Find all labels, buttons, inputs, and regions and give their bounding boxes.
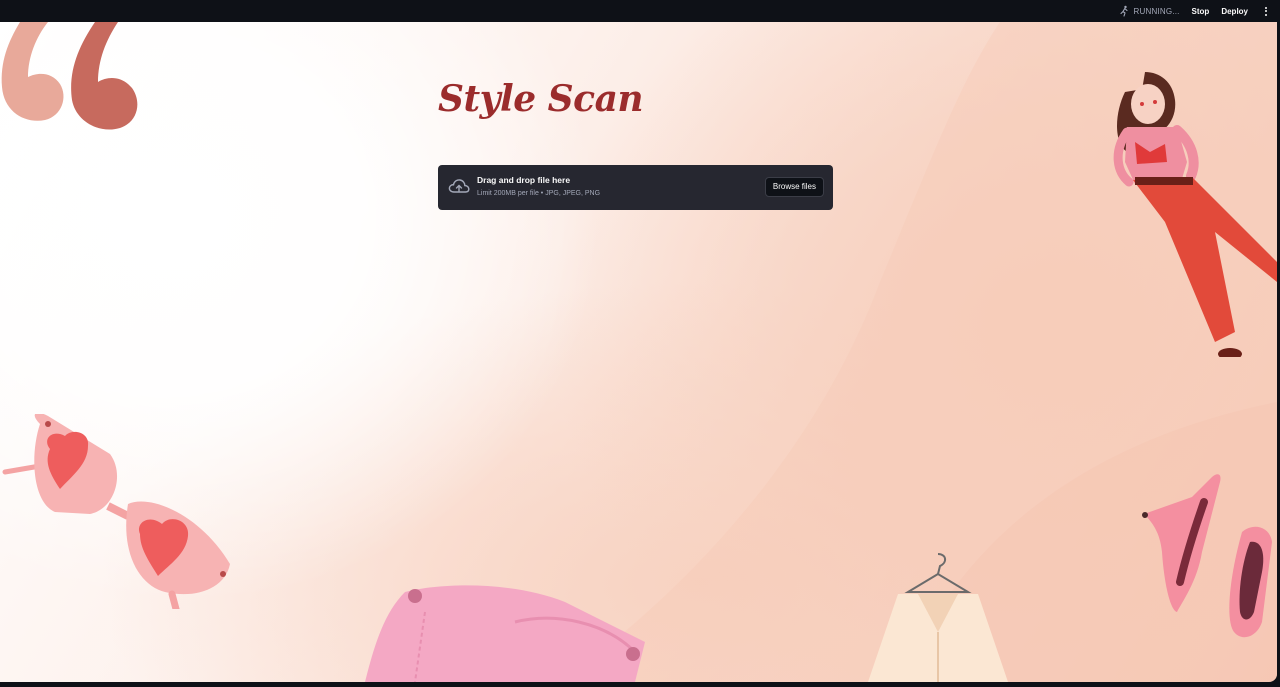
dropzone-limit-text: Limit 200MB per file • JPG, JPEG, PNG — [477, 190, 601, 197]
quote-mark-icon — [1, 22, 138, 130]
high-heels-illustration — [1142, 474, 1272, 638]
kebab-menu-icon[interactable] — [1260, 6, 1272, 16]
dropzone-instructions: Drag and drop file here Limit 200MB per … — [477, 175, 600, 198]
status-text: RUNNING... — [1133, 6, 1180, 16]
running-status: RUNNING... — [1118, 5, 1180, 17]
dropzone-primary-text: Drag and drop file here — [477, 175, 571, 185]
blouse-on-hanger-illustration — [868, 553, 1008, 682]
browse-files-button[interactable]: Browse files — [764, 177, 824, 197]
heart-sunglasses-illustration — [2, 414, 230, 609]
cloud-upload-icon — [448, 179, 470, 193]
app-main: Style Scan Drag and drop file here Limit… — [0, 22, 1277, 682]
stop-button[interactable]: Stop — [1192, 7, 1210, 16]
app-toolbar: RUNNING... Stop Deploy — [0, 0, 1280, 22]
pink-bag-illustration — [365, 585, 645, 682]
file-uploader-dropzone[interactable]: Drag and drop file here Limit 200MB per … — [438, 165, 833, 210]
running-person-icon — [1119, 5, 1128, 17]
deploy-button[interactable]: Deploy — [1221, 7, 1248, 16]
browser-frame: RUNNING... Stop Deploy Style Scan Drag a… — [0, 0, 1280, 687]
page-title: Style Scan — [438, 78, 644, 120]
fashion-girl-illustration — [1113, 72, 1277, 357]
